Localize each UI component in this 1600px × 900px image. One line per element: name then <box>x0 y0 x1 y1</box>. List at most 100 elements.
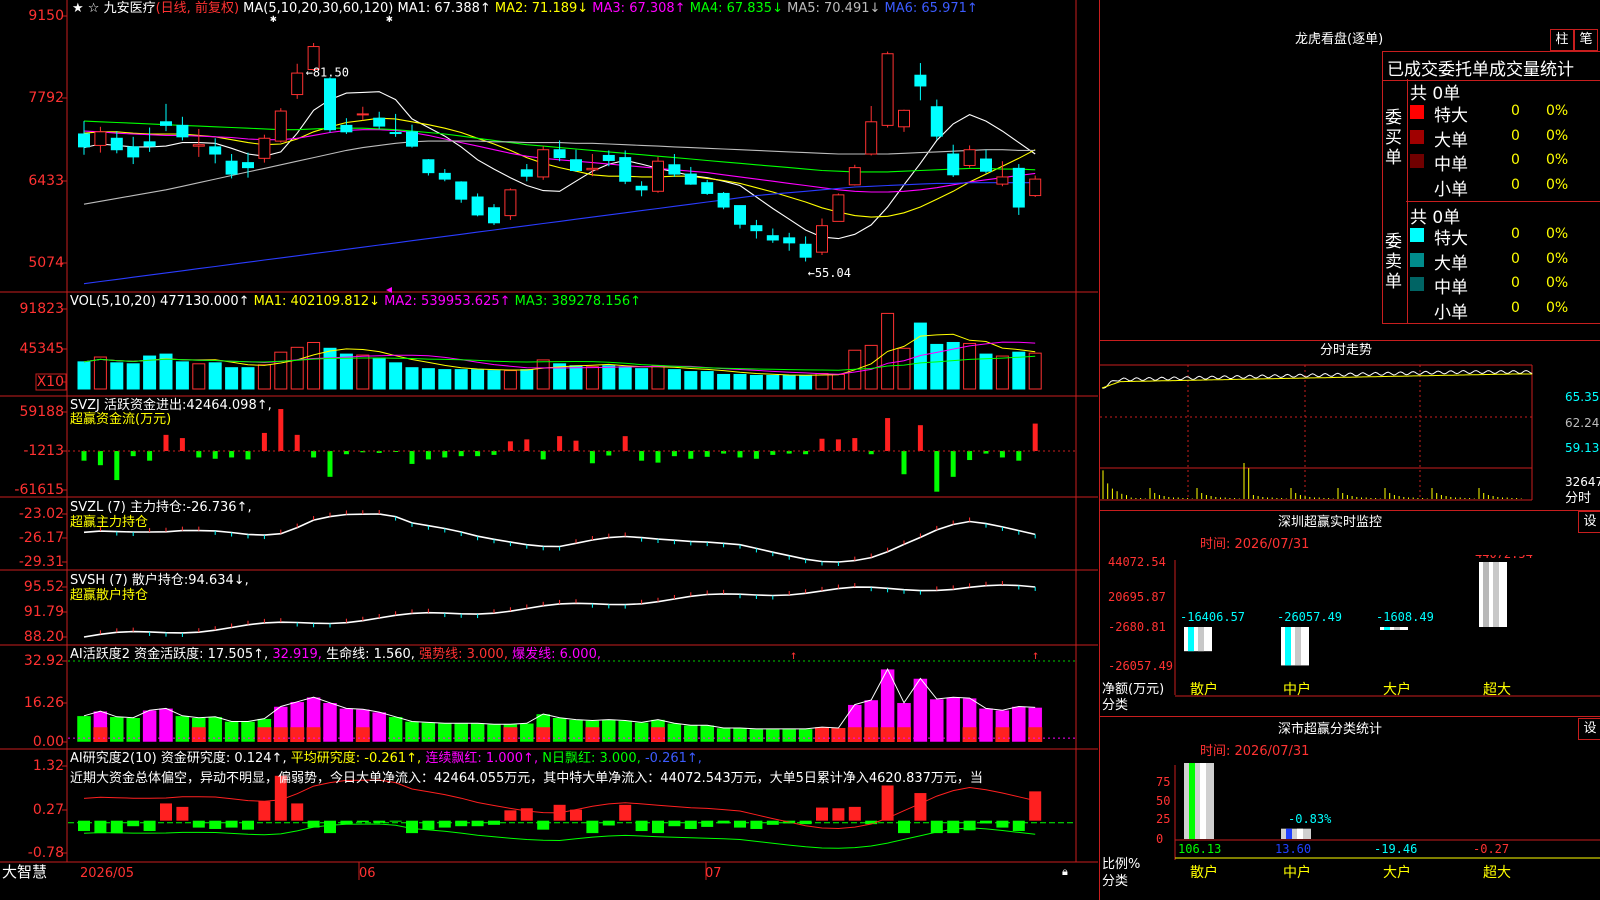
svzj-bar <box>229 451 235 458</box>
monitor-settings-button[interactable]: 设 <box>1578 511 1600 533</box>
aires-bar <box>750 820 763 829</box>
ai2-strongline: 强势线: 3.000, <box>419 647 508 662</box>
aires-bar <box>848 806 861 821</box>
volume-bar <box>749 374 763 390</box>
monitor-bar-stripe2 <box>1394 627 1400 630</box>
ai2-bar <box>224 721 239 743</box>
period-label[interactable]: (日线, 前复权) <box>156 1 239 16</box>
ma-value-1: MA1: 67.388↑ <box>397 1 495 16</box>
svzj-bar <box>147 451 153 461</box>
sell-swatch-3 <box>1410 301 1424 316</box>
axis-ai2-0: 32.92 <box>23 653 64 669</box>
volume-bar <box>684 371 698 390</box>
aires-bar <box>160 803 172 821</box>
monitor-axis-3: -26057.49 <box>1108 659 1173 673</box>
classify-axis-0: 75 <box>1156 775 1170 789</box>
ai2-bar <box>519 723 535 743</box>
volume-bar <box>1028 352 1042 390</box>
svzj-bar <box>425 451 431 460</box>
intraday-axis-0: 65.35 <box>1565 390 1600 404</box>
bar-toggle-button[interactable]: 柱 <box>1550 29 1574 51</box>
svzj-bar <box>491 451 497 455</box>
aires-bar <box>996 820 1009 828</box>
classify-settings-button[interactable]: 设 <box>1578 718 1600 740</box>
svzj-bar <box>114 451 120 481</box>
volume-bar <box>667 369 681 390</box>
ai2-bar <box>109 716 125 743</box>
volume-bar <box>290 346 304 390</box>
aires-bar <box>1029 791 1042 821</box>
brand-label[interactable]: 大智慧 <box>2 864 47 880</box>
axis-svzl-0: -23.02 <box>18 506 64 522</box>
low-marker: ←55.04 <box>808 266 851 280</box>
volume-bar <box>618 366 632 390</box>
sell-swatch-0 <box>1410 228 1424 242</box>
classify-unit2: 分类 <box>1102 874 1129 889</box>
intraday-chart[interactable] <box>1100 360 1600 510</box>
ai2-bar-base <box>815 727 829 742</box>
volume-bar <box>405 367 419 390</box>
ai2-bar-base <box>273 727 288 742</box>
aires-bar <box>455 820 468 827</box>
candle-body <box>865 121 878 155</box>
sell-label-3: 小单 <box>1434 302 1468 323</box>
stats-tab[interactable]: 已成交委托单成交量统计 <box>1382 51 1600 81</box>
ma-values: MA1: 67.388↑ MA2: 71.189↓ MA3: 67.308↑ M… <box>397 1 977 16</box>
candle-body <box>504 189 517 217</box>
aires-bar <box>471 820 484 827</box>
monitor-topline <box>1100 510 1600 511</box>
ai2-bar <box>749 728 764 743</box>
classify-bar-stripe <box>1189 763 1195 839</box>
main-header: ★ ☆ 九安医疗(日线, 前复权) MA(5,10,20,30,60,120) … <box>72 1 978 16</box>
lock-icon[interactable]: 🔒︎ <box>1062 865 1068 879</box>
buy-pct-3: 0% <box>1546 176 1569 193</box>
vol-ma3: MA3: 389278.156↑ <box>514 294 642 309</box>
candle-body <box>176 124 189 138</box>
svzl-title: 主力持仓: <box>129 500 187 515</box>
axis-svzl-1: -26.17 <box>18 530 64 546</box>
intraday-axis-3: 32647 <box>1565 475 1600 489</box>
ai2-bar <box>978 708 994 743</box>
ai2-bar-base <box>651 727 665 742</box>
svzj-bar <box>885 418 891 451</box>
candle-body <box>258 137 271 159</box>
intraday-axis-2: 59.13 <box>1565 441 1600 455</box>
ai2-bar <box>617 720 633 743</box>
svzl-panel <box>83 510 1036 566</box>
candle-body <box>881 53 894 126</box>
aires-bar <box>258 801 271 821</box>
aires-continuous: 连续飘红: 1.000↑, <box>425 751 539 766</box>
svzj-bar <box>967 451 973 461</box>
buy-count-2: 0 <box>1511 152 1520 168</box>
candle-body <box>225 160 238 175</box>
svzj-bar <box>737 451 743 458</box>
aires-bar <box>78 820 90 832</box>
svzj-title: 活跃资金进出: <box>104 398 187 413</box>
buy-swatch-3 <box>1410 178 1424 193</box>
volume-bar <box>471 369 485 390</box>
svzj-bar <box>524 439 530 451</box>
monitor-bar-stripe2 <box>1493 562 1499 627</box>
candle-body <box>799 243 812 258</box>
monitor-cat-1: 中户 <box>1283 681 1311 698</box>
ai2-arrow-0: ↑ <box>790 648 797 662</box>
sell-count-1: 0 <box>1511 250 1520 267</box>
stats-bottom-line <box>1382 323 1600 324</box>
svzj-bar <box>507 441 513 451</box>
classify-bar-1 <box>1281 828 1311 839</box>
aires-bar <box>816 807 828 821</box>
pen-toggle-button[interactable]: 笔 <box>1574 29 1598 51</box>
aires-bar <box>668 820 681 827</box>
volume-bar <box>208 362 222 390</box>
candle-body <box>110 137 123 151</box>
svzj-bar <box>278 409 284 451</box>
volume-bar <box>782 374 796 390</box>
monitor-bar-1 <box>1281 627 1309 666</box>
axis-main-1: 7792 <box>28 90 64 106</box>
svzj-bar <box>901 451 907 475</box>
classify-bar-stripe2 <box>1297 828 1303 839</box>
ma-value-6: MA6: 65.971↑ <box>884 1 978 16</box>
candle-body <box>619 157 632 182</box>
star-icon[interactable]: ★ ☆ <box>72 1 99 16</box>
svzj-bar <box>458 451 464 457</box>
